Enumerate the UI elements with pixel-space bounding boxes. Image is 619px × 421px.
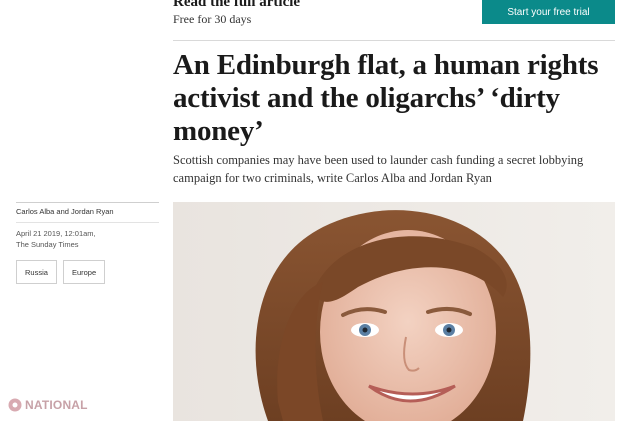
divider bbox=[173, 40, 615, 41]
tag-russia[interactable]: Russia bbox=[16, 260, 57, 284]
article-dateline: April 21 2019, 12:01am, The Sunday Times bbox=[16, 228, 159, 250]
author-byline[interactable]: Carlos Alba and Jordan Ryan bbox=[16, 207, 114, 216]
publication-name: The Sunday Times bbox=[16, 240, 79, 249]
promo-title: Read the full article bbox=[173, 0, 301, 10]
article-standfirst: Scottish companies may have been used to… bbox=[173, 153, 584, 185]
topic-tags: Russia Europe bbox=[16, 260, 106, 284]
start-free-trial-button[interactable]: Start your free trial bbox=[482, 0, 615, 24]
article-headline: An Edinburgh flat, a human rights activi… bbox=[173, 49, 599, 147]
divider bbox=[16, 202, 159, 203]
article-photo bbox=[173, 202, 615, 421]
portrait-image bbox=[173, 202, 615, 421]
tag-europe[interactable]: Europe bbox=[62, 260, 106, 284]
publish-date: April 21 2019, 12:01am, bbox=[16, 229, 96, 238]
national-watermark: NATIONAL bbox=[8, 398, 88, 412]
watermark-text: NATIONAL bbox=[25, 398, 88, 412]
divider bbox=[16, 222, 159, 223]
national-logo-icon bbox=[8, 398, 22, 412]
promo-subtitle: Free for 30 days bbox=[173, 12, 252, 26]
